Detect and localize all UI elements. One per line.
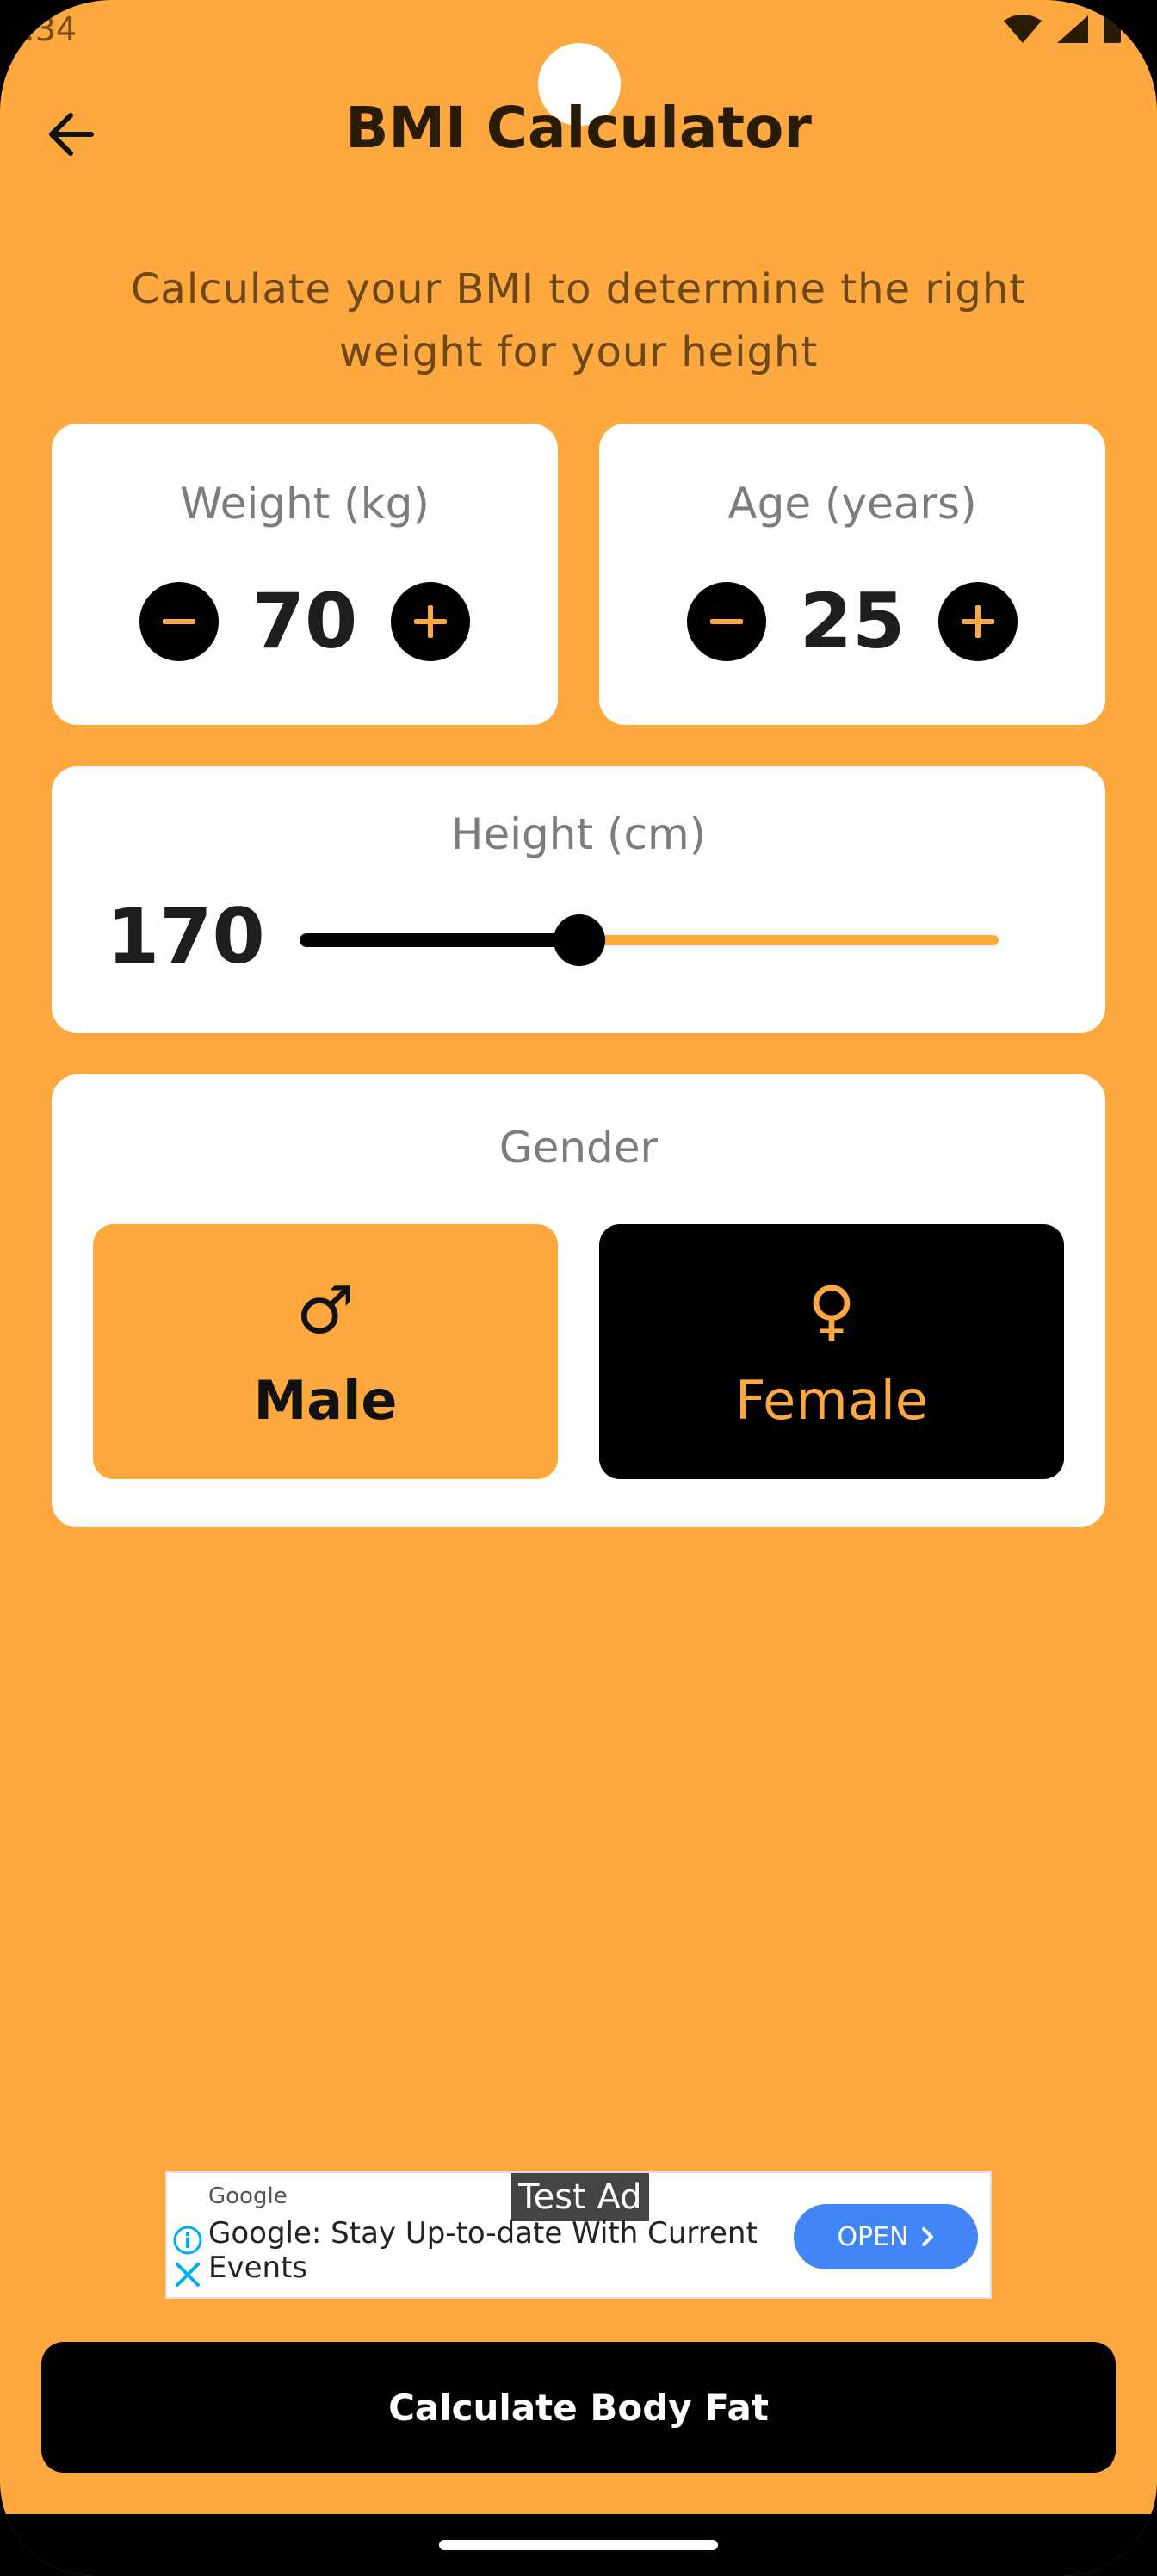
weight-decrement-button[interactable] [139, 581, 219, 661]
close-icon[interactable] [172, 2259, 203, 2290]
ad-open-button[interactable]: OPEN [794, 2204, 978, 2269]
calculate-body-fat-button[interactable]: Calculate Body Fat [41, 2342, 1116, 2473]
gender-label: Gender [498, 1123, 659, 1173]
ad-source: Google [208, 2183, 288, 2209]
status-icons [1002, 14, 1123, 45]
slider-thumb[interactable] [553, 914, 605, 966]
info-icon[interactable] [172, 2225, 203, 2256]
app-screen: :34 BMI Calculator Calculate your BMI to… [0, 0, 1157, 2576]
female-option-button[interactable]: ♀ Female [599, 1224, 1064, 1479]
female-icon: ♀ [807, 1272, 856, 1348]
page-title: BMI Calculator [345, 95, 812, 161]
status-time: :34 [24, 10, 77, 48]
female-label: Female [734, 1369, 929, 1432]
chevron-right-icon [921, 2227, 933, 2246]
male-icon: ♂ [295, 1272, 356, 1348]
page-subtitle: Calculate your BMI to determine the righ… [130, 265, 1027, 376]
calculate-button-label: Calculate Body Fat [388, 2386, 769, 2429]
ad-open-label: OPEN [837, 2221, 909, 2252]
age-decrement-button[interactable] [687, 581, 766, 661]
height-label: Height (cm) [450, 809, 707, 859]
male-option-button[interactable]: ♂ Male [93, 1224, 558, 1479]
weight-card: Weight (kg) 70 [52, 424, 558, 725]
signal-icon [1057, 15, 1088, 43]
male-label: Male [253, 1369, 398, 1432]
age-label: Age (years) [727, 479, 977, 529]
age-card: Age (years) 25 [599, 424, 1105, 725]
battery-icon [1104, 14, 1121, 43]
test-ad-badge: Test Ad [511, 2173, 649, 2221]
weight-label: Weight (kg) [180, 479, 430, 529]
age-increment-button[interactable] [938, 581, 1018, 661]
plus-icon-vertical [428, 604, 433, 638]
minus-icon [163, 618, 195, 624]
age-stepper: 25 [599, 577, 1105, 666]
age-value: 25 [799, 577, 906, 666]
slider-track-fill [300, 933, 579, 947]
ad-headline: Google: Stay Up-to-date With Current Eve… [208, 2216, 758, 2285]
ad-banner[interactable]: Google Test Ad Google: Stay Up-to-date W… [165, 2171, 992, 2299]
height-slider[interactable] [300, 914, 999, 966]
wifi-icon [1004, 15, 1042, 43]
minus-icon [710, 618, 743, 624]
weight-increment-button[interactable] [391, 581, 470, 661]
height-value: 170 [107, 892, 265, 981]
plus-icon-vertical [975, 604, 981, 638]
weight-value: 70 [251, 577, 358, 666]
home-gesture-handle[interactable] [439, 2540, 718, 2550]
weight-stepper: 70 [52, 577, 558, 666]
